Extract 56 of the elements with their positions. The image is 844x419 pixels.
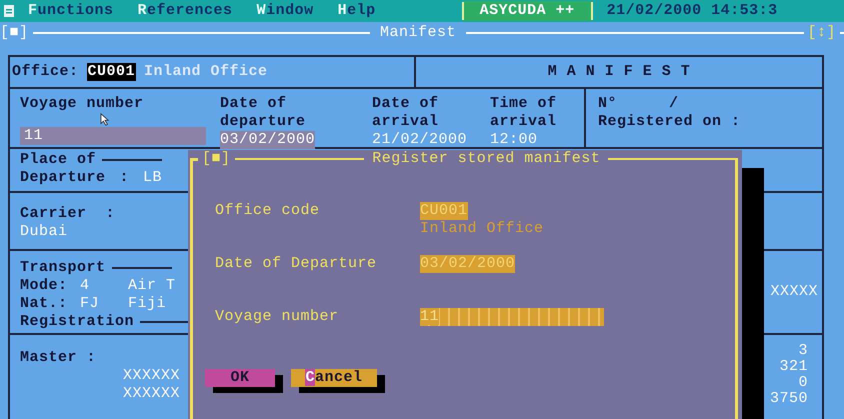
nationality-name: Fiji — [128, 295, 166, 313]
master-value: XXXXXX — [122, 385, 180, 403]
total-value: 0 — [798, 375, 808, 391]
nationality-label: Nat.: — [20, 295, 69, 313]
departure-colon: : — [120, 169, 130, 187]
place-legend: Place of — [20, 151, 96, 169]
registered-on-label: Registered on : — [598, 113, 741, 130]
carrier-value: Dubai — [20, 223, 69, 241]
voyage-value-field[interactable]: 03/02/2000 — [220, 131, 316, 149]
master-value: XXXXXX — [122, 367, 180, 385]
registration-value: XXXXX — [770, 283, 818, 301]
voyage-value-field[interactable]: 11 — [20, 127, 206, 145]
menu-item[interactable]: Functions — [28, 2, 114, 20]
departure-label: Departure — [20, 169, 106, 187]
menu-item[interactable]: Window — [256, 2, 314, 20]
voyage-value: 21/02/2000 — [372, 131, 468, 149]
column-label: Time of arrival — [490, 95, 557, 131]
carrier-label: Carrier : — [20, 205, 116, 223]
total-value: 3750 — [770, 391, 808, 407]
master-label: Master : — [20, 349, 98, 367]
mode-label: Mode: — [20, 277, 69, 295]
dialog-field-label: Date of Departure — [215, 255, 378, 274]
departure-value: LB — [143, 169, 162, 187]
number-separator: / — [669, 95, 679, 113]
office-name: Inland Office — [144, 63, 268, 81]
mode-code: 4 — [80, 277, 91, 295]
number-label: N° — [598, 95, 618, 113]
date-time: 21/02/2000 14:53:3 — [606, 2, 778, 20]
dialog-field-label: Office code — [215, 202, 321, 221]
transport-legend: Transport — [20, 259, 106, 277]
window-title: Manifest — [379, 24, 458, 42]
column-label: Voyage number — [20, 95, 144, 113]
window-resize-control[interactable]: [↕] — [808, 24, 836, 42]
column-label: Date of arrival — [372, 95, 439, 131]
total-value: 3 — [798, 343, 808, 359]
dialog-menu-control[interactable]: [■] — [202, 150, 231, 168]
window-menu-control[interactable]: [■] — [0, 24, 29, 42]
app-name-badge: ASYCUDA ++ — [464, 1, 591, 21]
mode-name: Air T — [128, 277, 176, 295]
nationality-code: FJ — [80, 295, 100, 313]
voyage-value: 12:00 — [490, 131, 538, 149]
dialog-field-label: Voyage number — [215, 308, 340, 327]
menu-item[interactable]: Help — [338, 2, 376, 20]
form-title: M A N I F E S T — [548, 63, 690, 81]
office-code: CU001 — [86, 63, 136, 81]
registration-legend: Registration — [20, 313, 134, 331]
mouse-pointer-icon — [100, 113, 110, 126]
dialog-title: Register stored manifest — [371, 150, 602, 168]
column-label: Date of departure — [220, 95, 306, 131]
ok-button[interactable]: OK — [205, 369, 275, 387]
menu-icon[interactable] — [4, 5, 14, 17]
total-value: 321 — [779, 359, 808, 375]
dialog-field-detail: Inland Office — [420, 220, 544, 238]
cancel-button[interactable]: Cancel — [291, 369, 377, 387]
menu-item[interactable]: References — [138, 2, 233, 20]
office-label: Office: — [12, 63, 79, 81]
